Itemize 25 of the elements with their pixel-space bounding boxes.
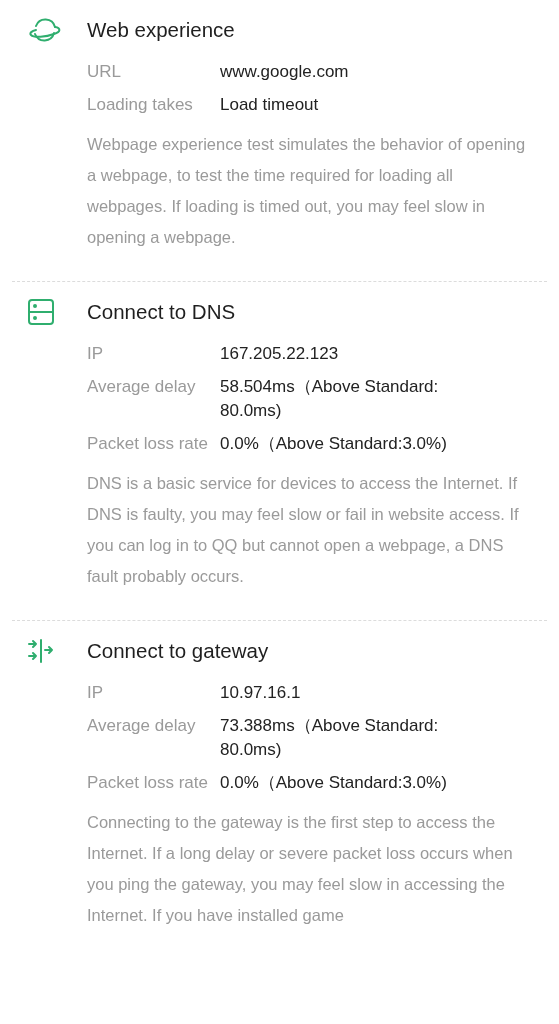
row-value: 0.0%（Above Standard:3.0%) <box>220 772 447 794</box>
row-value: 0.0%（Above Standard:3.0%) <box>220 433 447 455</box>
row-value: Load timeout <box>220 94 319 116</box>
section-description: DNS is a basic service for devices to access the Internet. If DNS is faulty, you may feel slow or fail in website access. If you can log in to QQ but cannot open a webpage, a DNS fault probably occurs. <box>87 473 520 587</box>
server-icon <box>28 299 54 325</box>
row-label: IP <box>87 682 105 704</box>
row-label: URL <box>87 61 122 83</box>
row-value: www.google.com <box>220 61 349 83</box>
section-title: Connect to DNS <box>87 300 236 324</box>
arrows-through-line-icon <box>28 639 54 663</box>
row-label: Average delay <box>87 376 197 398</box>
row-value: 73.388ms（Above Standard: 80.0ms) <box>220 715 440 761</box>
row-value: 10.97.16.1 <box>220 682 301 704</box>
section-description: Connecting to the gateway is the first step to access the Internet. If a long delay or severe packet loss occurs when you ping the gateway, you may feel slow in accessing the Internet. If you have installed game <box>87 812 514 926</box>
section-description: Webpage experience test simulates the behavior of opening a webpage, to test the time required for loading all webpages. If loading is timed out, you may feel slow in opening a webpage. <box>87 134 527 248</box>
row-label: Average delay <box>87 715 197 737</box>
row-label: Packet loss rate <box>87 433 209 455</box>
row-label: IP <box>87 343 105 365</box>
section-title: Web experience <box>87 18 235 42</box>
row-label: Loading takes <box>87 94 194 116</box>
row-value: 58.504ms（Above Standard: 80.0ms) <box>220 376 440 422</box>
section-title: Connect to gateway <box>87 639 269 663</box>
row-value: 167.205.22.123 <box>220 343 339 365</box>
row-label: Packet loss rate <box>87 772 209 794</box>
planet-icon <box>28 17 62 43</box>
